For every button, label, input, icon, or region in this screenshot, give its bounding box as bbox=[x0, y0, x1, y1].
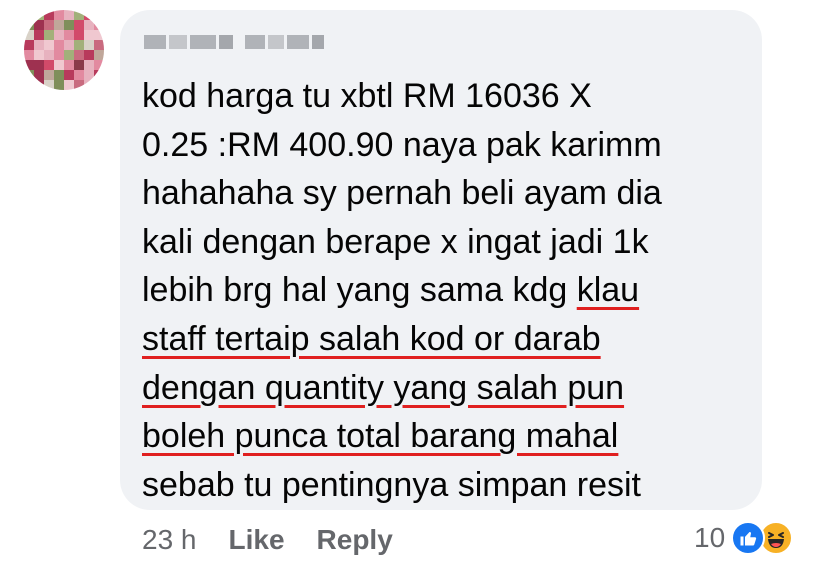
comment-line: kod harga tu xbtl RM 16036 X bbox=[142, 77, 592, 115]
comment-segment: lebih brg hal yang sama kdg bbox=[142, 271, 577, 310]
reactions-summary[interactable]: 10 bbox=[694, 518, 794, 558]
like-button[interactable]: Like bbox=[229, 524, 285, 556]
comment-line: boleh punca total barang mahal bbox=[142, 412, 752, 461]
underlined-segment: dengan quantity yang salah pun bbox=[142, 368, 625, 407]
comment-line: hahahaha sy pernah beli ayam dia bbox=[142, 174, 662, 213]
commenter-name-pixelated[interactable] bbox=[144, 32, 324, 52]
comment-footer: 23 h Like Reply bbox=[142, 522, 425, 558]
timestamp[interactable]: 23 h bbox=[142, 524, 197, 556]
underlined-segment: klau bbox=[576, 271, 640, 310]
comment-line: sebab tu pentingnya simpan resit bbox=[142, 465, 641, 504]
comment-line: kali dengan berape x ingat jadi 1k bbox=[142, 222, 649, 261]
like-icon bbox=[731, 521, 766, 555]
comment-line: dengan quantity yang salah pun bbox=[142, 364, 752, 413]
comment-line: lebih brg hal yang sama kdg klau bbox=[142, 266, 752, 315]
comment-bubble: kod harga tu xbtl RM 16036 X 0.25 :RM 40… bbox=[120, 10, 762, 510]
underlined-segment: boleh punca total barang mahal bbox=[142, 417, 619, 456]
reaction-count: 10 bbox=[694, 522, 726, 553]
reply-button[interactable]: Reply bbox=[317, 524, 393, 556]
avatar[interactable] bbox=[24, 10, 104, 90]
underlined-segment: staff tertaip salah kod or darab bbox=[142, 319, 601, 358]
comment-line: staff tertaip salah kod or darab bbox=[142, 315, 752, 364]
comment-line: 0.25 :RM 400.90 naya pak karimm bbox=[142, 125, 662, 164]
comment-text: kod harga tu xbtl RM 16036 X 0.25 :RM 40… bbox=[142, 72, 752, 509]
